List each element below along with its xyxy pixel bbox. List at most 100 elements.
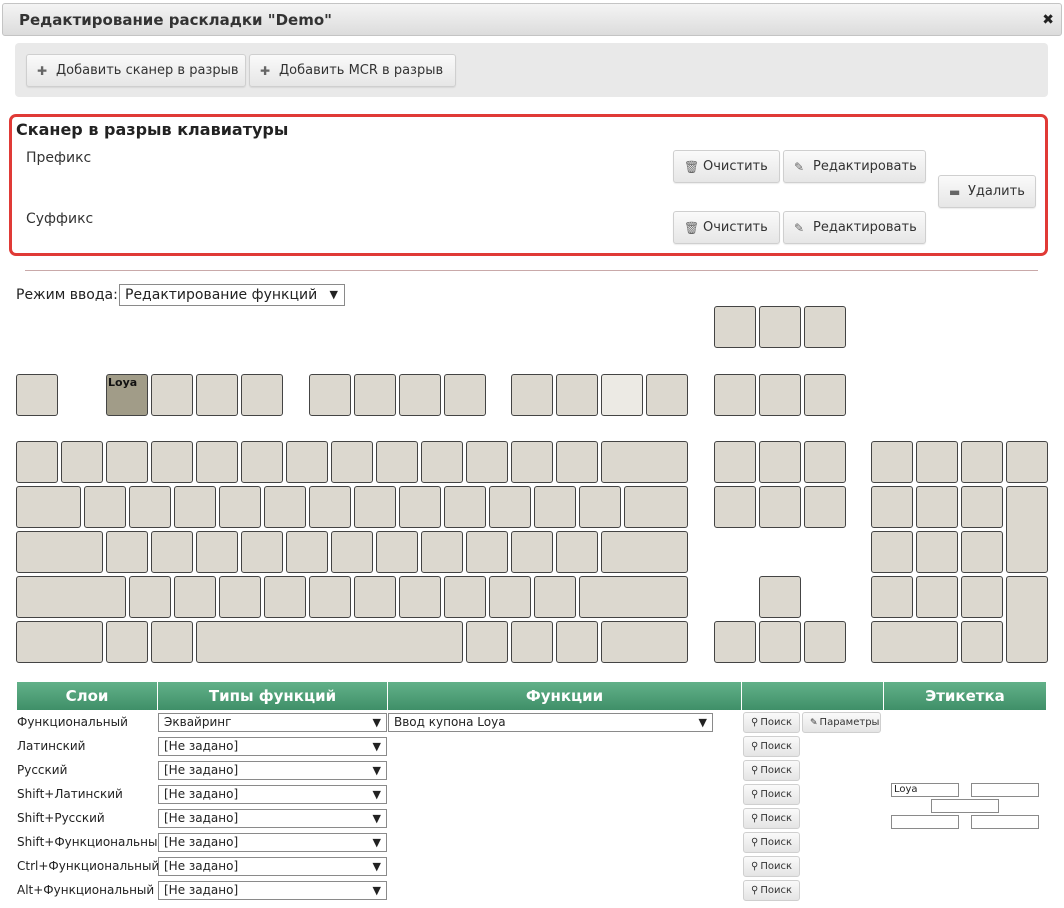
keyboard-key[interactable] [916,576,958,618]
keyboard-key[interactable] [601,441,688,483]
keyboard-key[interactable] [151,441,193,483]
keyboard-key[interactable] [151,374,193,416]
keyboard-key[interactable] [759,306,801,348]
search-button[interactable]: ⚲ Поиск [743,736,800,757]
keyboard-key[interactable] [624,486,688,528]
keyboard-key[interactable] [106,621,148,663]
keyboard-key[interactable] [421,531,463,573]
function-type-select[interactable]: [Не задано] ▼ [158,785,387,804]
prefix-edit-button[interactable]: ✎ Редактировать [783,150,926,183]
keyboard-key[interactable] [444,576,486,618]
keyboard-key[interactable] [961,621,1003,663]
keyboard-key[interactable] [804,441,846,483]
keyboard-key[interactable] [916,441,958,483]
keyboard-key[interactable] [1006,441,1048,483]
keyboard-key[interactable] [489,576,531,618]
search-button[interactable]: ⚲ Поиск [743,880,800,901]
label-field-3[interactable] [931,799,999,813]
keyboard-key[interactable] [1006,486,1048,573]
keyboard-key[interactable] [759,441,801,483]
keyboard-key[interactable] [399,486,441,528]
keyboard-key[interactable] [916,486,958,528]
keyboard-key[interactable] [534,576,576,618]
mode-select[interactable]: Редактирование функций ▼ [119,284,345,306]
keyboard-key[interactable] [241,441,283,483]
label-field-2[interactable] [971,783,1039,797]
keyboard-key[interactable] [916,531,958,573]
function-select[interactable]: Ввод купона Loya ▼ [388,713,713,732]
keyboard-key[interactable] [16,441,58,483]
keyboard-key[interactable] [511,621,553,663]
keyboard-key[interactable] [264,486,306,528]
keyboard-key[interactable] [399,576,441,618]
keyboard-key[interactable] [196,441,238,483]
keyboard-key[interactable] [714,486,756,528]
search-button[interactable]: ⚲ Поиск [743,832,800,853]
search-button[interactable]: ⚲ Поиск [743,760,800,781]
keyboard-key[interactable] [534,486,576,528]
keyboard-key[interactable] [129,486,171,528]
keyboard-key[interactable] [196,621,463,663]
keyboard-key[interactable] [871,621,958,663]
close-icon[interactable]: ✖ [1042,12,1054,28]
function-type-select[interactable]: [Не задано] ▼ [158,761,387,780]
keyboard-key[interactable] [16,374,58,416]
keyboard-key[interactable] [196,531,238,573]
keyboard-key[interactable] [309,486,351,528]
keyboard-key[interactable] [241,531,283,573]
keyboard-key[interactable] [871,441,913,483]
function-type-select[interactable]: [Не задано] ▼ [158,881,387,900]
keyboard-key[interactable] [556,531,598,573]
params-button[interactable]: ✎ Параметры [802,712,881,733]
keyboard-key[interactable] [871,486,913,528]
keyboard-key[interactable] [421,441,463,483]
function-type-select[interactable]: [Не задано] ▼ [158,833,387,852]
keyboard-key[interactable] [759,486,801,528]
keyboard-key[interactable] [16,576,126,618]
keyboard-key[interactable] [556,441,598,483]
keyboard-key[interactable] [376,531,418,573]
suffix-clear-button[interactable]: 🗑 Очистить [673,211,780,244]
keyboard-key[interactable] [174,486,216,528]
keyboard-key[interactable] [759,621,801,663]
keyboard-key[interactable] [309,576,351,618]
keyboard-key[interactable] [556,374,598,416]
keyboard-key[interactable] [129,576,171,618]
keyboard-key[interactable] [489,486,531,528]
label-field-5[interactable] [971,815,1039,829]
keyboard-key[interactable] [714,374,756,416]
keyboard-key[interactable] [151,621,193,663]
keyboard-key[interactable] [1006,576,1048,663]
suffix-edit-button[interactable]: ✎ Редактировать [783,211,926,244]
keyboard-key[interactable] [804,374,846,416]
keyboard-key[interactable] [106,531,148,573]
keyboard-key[interactable] [219,486,261,528]
keyboard-key[interactable] [714,621,756,663]
keyboard-key[interactable] [241,374,283,416]
keyboard-key[interactable] [354,486,396,528]
keyboard-key[interactable] [331,531,373,573]
keyboard-key[interactable] [511,374,553,416]
keyboard-key[interactable] [286,441,328,483]
keyboard-key[interactable] [511,441,553,483]
keyboard-key[interactable] [444,374,486,416]
keyboard-key[interactable] [174,576,216,618]
keyboard-key[interactable] [804,486,846,528]
keyboard-key[interactable] [106,441,148,483]
keyboard-key[interactable] [556,621,598,663]
keyboard-key[interactable] [354,576,396,618]
keyboard-key[interactable] [871,576,913,618]
keyboard-key[interactable] [961,531,1003,573]
keyboard-key[interactable] [961,486,1003,528]
keyboard-key[interactable] [16,621,103,663]
keyboard-key[interactable] [219,576,261,618]
keyboard-key[interactable] [16,486,81,528]
add-mcr-button[interactable]: ✚ Добавить MCR в разрыв [249,54,456,87]
keyboard-key[interactable] [759,576,801,618]
search-button[interactable]: ⚲ Поиск [743,712,800,733]
keyboard-key[interactable] [714,441,756,483]
keyboard-key[interactable] [601,374,643,416]
keyboard-key[interactable] [511,531,553,573]
function-type-select[interactable]: [Не задано] ▼ [158,857,387,876]
keyboard-key[interactable] [354,374,396,416]
